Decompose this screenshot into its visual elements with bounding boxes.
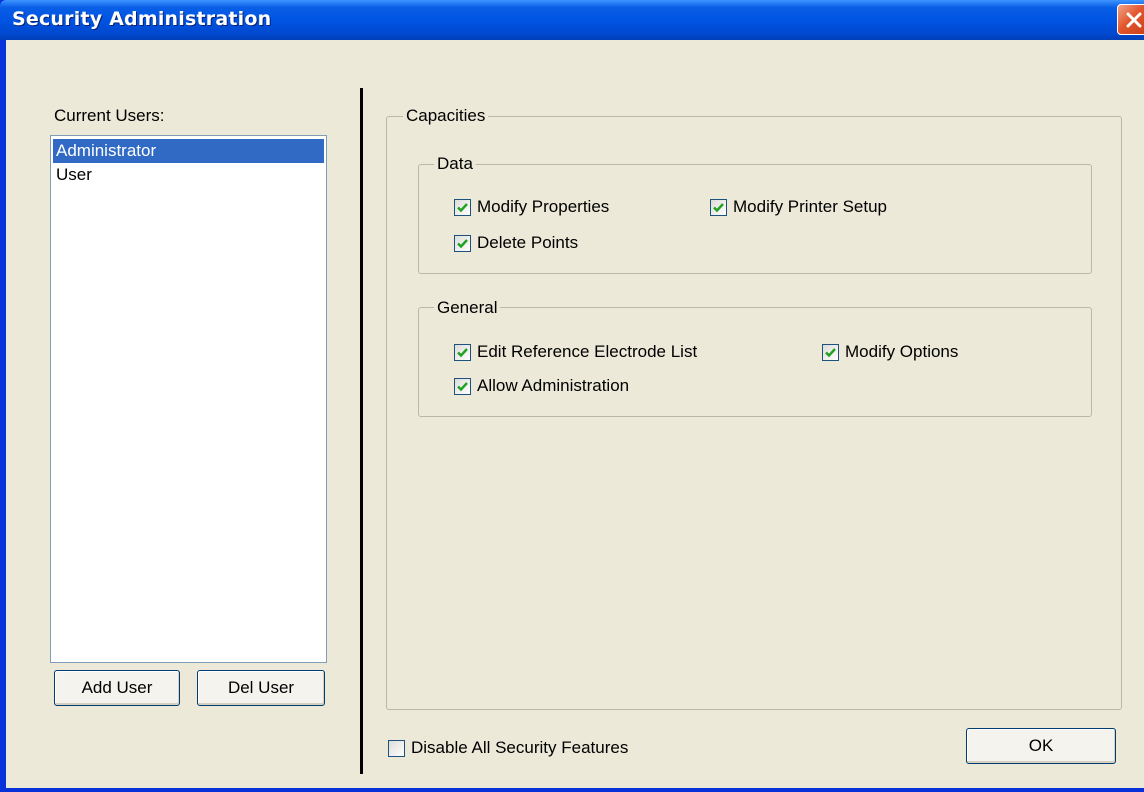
allow-administration-checkbox[interactable]: Allow Administration xyxy=(454,375,629,397)
delete-points-checkbox[interactable]: Delete Points xyxy=(454,232,578,254)
checkmark-icon xyxy=(457,238,468,248)
title-bar[interactable]: Security Administration xyxy=(0,0,1144,40)
checkmark-icon xyxy=(825,347,836,357)
checkbox-box[interactable] xyxy=(822,343,839,361)
checkbox-box[interactable] xyxy=(454,377,471,395)
window-title: Security Administration xyxy=(12,8,272,30)
checkmark-icon xyxy=(713,202,724,212)
users-listbox[interactable]: Administrator User xyxy=(50,135,327,663)
checkbox-box[interactable] xyxy=(454,234,471,252)
capacities-group-title: Capacities xyxy=(403,106,489,126)
checkbox-box[interactable] xyxy=(710,198,727,216)
general-group-title: General xyxy=(434,298,501,318)
checkbox-label: Modify Options xyxy=(845,342,959,361)
checkbox-label: Allow Administration xyxy=(477,376,630,395)
modify-options-checkbox[interactable]: Modify Options xyxy=(822,341,958,363)
checkbox-box[interactable] xyxy=(454,198,471,216)
list-item[interactable]: Administrator xyxy=(53,139,324,163)
modify-printer-setup-checkbox[interactable]: Modify Printer Setup xyxy=(710,196,887,218)
disable-security-checkbox[interactable]: Disable All Security Features xyxy=(388,737,628,759)
list-item[interactable]: User xyxy=(53,163,92,187)
checkbox-label: Modify Properties xyxy=(477,197,610,216)
add-user-button[interactable]: Add User xyxy=(54,670,180,706)
checkbox-label: Delete Points xyxy=(477,233,579,252)
current-users-label: Current Users: xyxy=(54,106,165,125)
checkbox-label: Disable All Security Features xyxy=(411,738,629,757)
ok-button[interactable]: OK xyxy=(966,728,1116,764)
checkmark-icon xyxy=(457,202,468,212)
edit-reference-electrode-list-checkbox[interactable]: Edit Reference Electrode List xyxy=(454,341,697,363)
data-group xyxy=(418,164,1092,274)
data-group-title: Data xyxy=(434,154,476,174)
vertical-divider xyxy=(360,88,363,774)
checkbox-box[interactable] xyxy=(388,739,405,757)
security-admin-dialog: Security Administration Current Users: A… xyxy=(0,0,1144,792)
checkmark-icon xyxy=(457,347,468,357)
close-icon xyxy=(1126,12,1142,28)
checkmark-icon xyxy=(457,381,468,391)
checkbox-label: Modify Printer Setup xyxy=(733,197,888,216)
checkbox-label: Edit Reference Electrode List xyxy=(477,342,698,361)
del-user-button[interactable]: Del User xyxy=(197,670,325,706)
modify-properties-checkbox[interactable]: Modify Properties xyxy=(454,196,609,218)
checkbox-box[interactable] xyxy=(454,343,471,361)
close-button[interactable] xyxy=(1117,4,1144,35)
